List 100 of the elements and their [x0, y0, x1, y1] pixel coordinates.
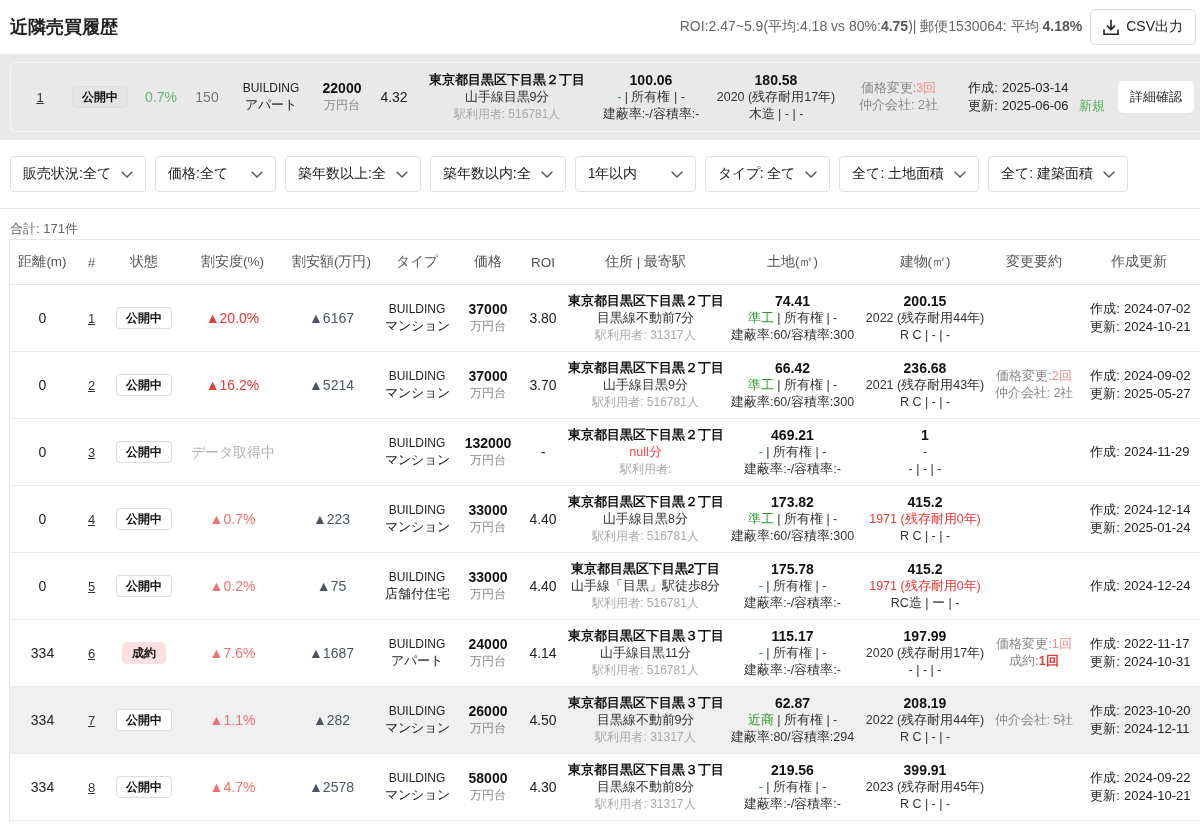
status-badge: 公開中 [116, 307, 172, 329]
type-code-text: BUILDING [388, 502, 446, 519]
land-ratio-text: 建蔽率:60/容積率:300 [730, 527, 855, 545]
building-age-text: 2020 (残存耐用17年) [865, 644, 985, 662]
date-value: 2024-09-22 [1124, 769, 1191, 787]
date-label: 作成: [1089, 367, 1121, 385]
type-code-text: BUILDING [388, 368, 446, 385]
row-number-link[interactable]: 3 [87, 443, 96, 461]
station-users-text: 駅利用者: 516781人 [453, 105, 561, 123]
row-number-link[interactable]: 2 [87, 376, 96, 394]
station-text: 目黒線不動前7分 [596, 309, 695, 327]
address-text: 東京都目黒区下目黒２丁目 [567, 292, 724, 310]
filter-dropdown[interactable]: 築年数以内:全 [429, 156, 566, 192]
type-name-text: アパート [245, 97, 297, 114]
discount-rate-text: ▲0.7% [209, 510, 256, 528]
date-value: 2022-11-17 [1124, 635, 1190, 653]
price-unit-text: 万円台 [470, 586, 506, 603]
date-label: 更新: [967, 97, 999, 115]
roi-text: 4.50 [529, 711, 557, 729]
type-name-text: マンション [384, 720, 450, 737]
date-value: 2024-10-21 [1124, 318, 1191, 336]
filter-dropdown[interactable]: 1年以内 [574, 156, 696, 192]
filter-dropdown[interactable]: 全て: 建築面積 [988, 156, 1128, 192]
price-change-text: 価格変更:2回 [996, 368, 1072, 385]
address-text: 東京都目黒区下目黒３丁目 [567, 761, 724, 779]
address-text: 東京都目黒区下目黒２丁目 [567, 493, 724, 511]
land-rights-text: - | 所有権 | - [758, 644, 827, 662]
roi-text: 4.14 [529, 644, 557, 662]
land-area-text: 74.41 [774, 292, 810, 310]
type-code-text: BUILDING [388, 636, 446, 653]
date-label: 更新: [1089, 653, 1121, 671]
column-header: 変更要約 [1005, 253, 1063, 271]
filter-dropdown[interactable]: 築年数以上:全 [284, 156, 421, 192]
land-rights-text: - | 所有権 | - [617, 88, 685, 106]
status-badge: 公開中 [116, 374, 172, 396]
chevron-down-icon [540, 170, 553, 178]
date-value: 2023-10-20 [1124, 702, 1191, 720]
type-code-text: BUILDING [388, 703, 446, 720]
date-label: 作成: [1089, 443, 1121, 461]
row-number-link[interactable]: 1 [36, 88, 44, 106]
discount-rate-text: ▲0.2% [209, 577, 256, 595]
distance-text: 0 [38, 510, 47, 528]
station-users-text: 駅利用者: 516781人 [592, 527, 699, 545]
station-text: 目黒線不動前9分 [596, 711, 695, 729]
filter-dropdown[interactable]: 全て: 土地面積 [839, 156, 980, 192]
station-text: 山手線目黒11分 [600, 644, 691, 662]
building-age-text: 2023 (残存耐用45年) [865, 778, 985, 796]
date-value: 2024-12-11 [1124, 720, 1190, 738]
price-unit-text: 万円台 [470, 452, 506, 469]
discount-amount-text: ▲282 [312, 711, 351, 729]
column-header: タイプ [395, 253, 440, 271]
filter-dropdown[interactable]: 価格:全て [154, 156, 276, 192]
row-number-link[interactable]: 8 [87, 778, 96, 796]
row-number-link[interactable]: 4 [87, 510, 96, 528]
price-text: 58000 [468, 770, 508, 787]
land-area-text: 62.87 [774, 694, 810, 712]
status-badge: 公開中 [116, 776, 172, 798]
agent-count-text: 仲介会社: 5社 [994, 711, 1074, 729]
building-structure-text: R C | - | - [899, 728, 951, 746]
building-area-text: 197.99 [903, 627, 947, 645]
date-value: 2024-09-02 [1124, 367, 1191, 385]
date-value: 2025-03-14 [1002, 79, 1069, 97]
row-number-link[interactable]: 7 [87, 711, 96, 729]
building-area-text: 415.2 [907, 493, 943, 511]
land-ratio-text: 建蔽率:80/容積率:294 [730, 728, 855, 746]
land-ratio-text: 建蔽率:-/容積率:- [602, 105, 700, 123]
row-number-link[interactable]: 5 [87, 577, 96, 595]
status-badge: 公開中 [116, 575, 172, 597]
station-users-text: 駅利用者: 516781人 [592, 594, 699, 612]
type-code-text: BUILDING [388, 301, 446, 318]
price-text: 37000 [468, 368, 508, 385]
price-change-text: 価格変更:1回 [996, 636, 1072, 653]
land-area-text: 100.06 [629, 71, 673, 89]
building-area-text: 415.2 [907, 560, 943, 578]
distance-text: 0 [38, 443, 47, 461]
stats-text: ROI:2.47~5.9(平均:4.18 vs 80%:4.75)| 郵便1530064: 平均 4.18% [679, 18, 1083, 36]
status-badge: 公開中 [116, 508, 172, 530]
address-text: 東京都目黒区下目黒２丁目 [429, 71, 585, 89]
price-text: 24000 [468, 636, 508, 653]
land-rights-text: - | 所有権 | - [758, 577, 827, 595]
land-ratio-text: 建蔽率:-/容積率:- [744, 594, 841, 612]
detail-button[interactable]: 詳細確認 [1118, 81, 1194, 113]
building-age-text: 2022 (残存耐用44年) [865, 711, 985, 729]
station-text: null分 [629, 443, 662, 461]
type-code-text: BUILDING [388, 435, 446, 452]
land-area-text: 175.78 [771, 560, 814, 578]
filter-dropdown[interactable]: 販売状況:全て [10, 156, 146, 192]
building-structure-text: R C | - | - [899, 393, 951, 411]
date-value: 2024-10-21 [1124, 787, 1191, 805]
discount-amount-text: ▲2578 [309, 778, 354, 796]
distance-text: 334 [30, 778, 55, 796]
row-number-link[interactable]: 6 [87, 644, 96, 662]
discount-amount-text: ▲5214 [309, 376, 354, 394]
chevron-down-icon [120, 170, 133, 178]
date-label: 作成: [1089, 769, 1121, 787]
csv-export-button[interactable]: CSV出力 [1090, 9, 1196, 45]
date-label: 作成: [1089, 702, 1121, 720]
date-value: 2024-11-29 [1124, 443, 1190, 461]
filter-dropdown[interactable]: タイプ: 全て [704, 156, 831, 192]
row-number-link[interactable]: 1 [87, 309, 96, 327]
